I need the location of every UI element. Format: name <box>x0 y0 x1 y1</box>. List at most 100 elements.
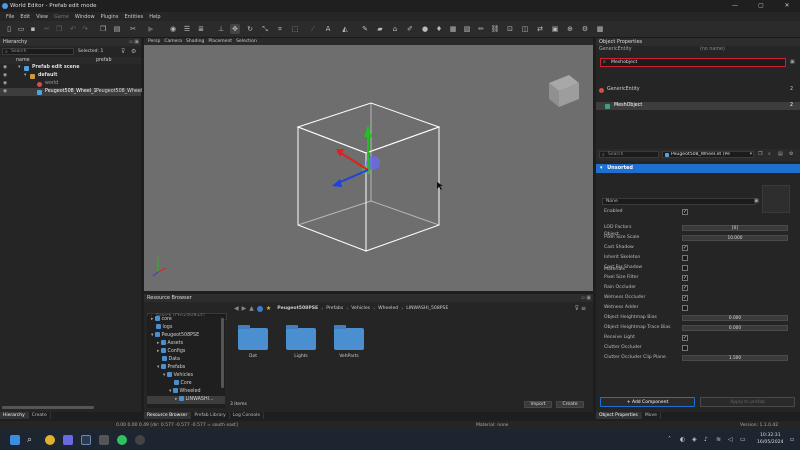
close-button[interactable]: ✕ <box>774 0 800 12</box>
visibility-eye-icon[interactable]: ◉ <box>3 72 7 80</box>
measure-icon[interactable]: ⁄ <box>308 24 318 34</box>
gear-icon[interactable]: ⚙ <box>789 151 793 157</box>
briefcase-icon[interactable]: ▩ <box>595 24 605 34</box>
terrain-icon[interactable]: ▧ <box>462 24 472 34</box>
shapes-icon[interactable]: ◭ <box>340 24 350 34</box>
discord-icon[interactable] <box>63 435 73 445</box>
prefab-selector[interactable]: Peugeot508_Wheel.et (Pe ▾ <box>662 151 754 158</box>
tree-row-prefab-scene[interactable]: ◉ ▾ Prefab edit scene <box>0 64 141 72</box>
property-checkbox[interactable]: ✓ <box>682 245 688 251</box>
view-options-icon[interactable]: ⊽ ≡ <box>575 305 586 312</box>
property-checkbox[interactable]: ✓ <box>682 335 688 341</box>
workbench-icon[interactable] <box>135 435 145 445</box>
swap-icon[interactable]: ⇄ <box>535 24 545 34</box>
viewport-tab-selection[interactable]: Selection <box>236 39 257 44</box>
pen-icon[interactable]: ✎ <box>360 24 370 34</box>
property-checkbox[interactable]: ✓ <box>682 285 688 291</box>
viewport-tab-persp[interactable]: Persp <box>148 39 160 44</box>
scissors-icon[interactable]: ✂ <box>128 24 138 34</box>
visibility-eye-icon[interactable]: ◉ <box>3 80 7 88</box>
property-value-field[interactable]: 10.000 <box>682 235 788 241</box>
rotate-gizmo-icon[interactable]: ↻ <box>245 24 255 34</box>
folder-tree-item[interactable]: ▾ Wheeled <box>147 388 225 396</box>
world-icon[interactable]: ⊕ <box>565 24 575 34</box>
resource-picker-icon[interactable]: ▣ <box>754 198 759 204</box>
folder-tree-item[interactable]: ▸ Configs <box>147 348 225 356</box>
apply-to-prefab-button[interactable]: Apply to prefab <box>700 397 795 407</box>
menu-edit[interactable]: Edit <box>20 14 30 20</box>
tab-object-properties[interactable]: Object Properties <box>596 412 642 419</box>
start-icon[interactable] <box>10 435 20 445</box>
text-tool-icon[interactable]: A <box>323 24 333 34</box>
clock-time[interactable]: 10:32:31 <box>760 433 781 438</box>
undo-icon[interactable]: ↶ <box>68 24 78 34</box>
folder-tree-item[interactable]: ▾ Peugeot508PSE <box>147 332 225 340</box>
folder-tree-item[interactable]: Core <box>147 380 225 388</box>
up-icon[interactable]: ▲ <box>249 305 254 312</box>
folder-tree-item-selected[interactable]: ▸ LINWASHI... <box>147 396 225 404</box>
scale-gizmo-icon[interactable]: ⤡ <box>260 24 270 34</box>
favorite-star-icon[interactable]: ★ <box>266 305 271 312</box>
new-file-icon[interactable]: ▯ <box>4 24 14 34</box>
layers-icon[interactable]: ☰ <box>182 24 192 34</box>
play-icon[interactable]: ▶ <box>146 24 156 34</box>
component-search-input[interactable]: ⌕ Meshobject <box>600 58 786 67</box>
steam-icon[interactable] <box>81 435 91 445</box>
folder-tree-item[interactable]: ▸ core <box>147 316 225 324</box>
home-icon[interactable] <box>256 305 263 312</box>
maximize-button[interactable]: ▢ <box>748 0 774 12</box>
pencil-icon[interactable]: ✏ <box>476 24 486 34</box>
panel-options-icon[interactable]: ▫ ▣ <box>581 294 591 302</box>
object-resource-field[interactable]: None <box>602 198 756 205</box>
property-value-field[interactable]: [0] <box>682 225 788 231</box>
add-component-button[interactable]: + Add Component <box>600 397 695 407</box>
tab-resource-browser[interactable]: Resource Browser <box>144 412 192 419</box>
search-icon[interactable]: ⌕ <box>27 435 37 445</box>
property-value-field[interactable]: 0.000 <box>682 325 788 331</box>
folder-tree-item[interactable]: ▸ Assets <box>147 340 225 348</box>
property-checkbox[interactable] <box>682 255 688 261</box>
tray-chevron-icon[interactable]: ˄ <box>668 436 671 443</box>
column-prefab[interactable]: prefab <box>96 57 112 64</box>
property-checkbox[interactable]: ✓ <box>682 275 688 281</box>
folder-tree-item[interactable]: logs <box>147 324 225 332</box>
frame-icon[interactable]: ▣ <box>550 24 560 34</box>
forward-icon[interactable]: ▶ <box>242 305 247 312</box>
tray-volume-icon[interactable]: ◁ <box>728 436 733 443</box>
box-select-icon[interactable]: ⊡ <box>505 24 515 34</box>
cube-tool-icon[interactable]: ◫ <box>520 24 530 34</box>
section-header-unsorted[interactable]: ▾ Unsorted <box>596 164 800 173</box>
horizontal-scrollbar[interactable] <box>2 406 94 409</box>
breadcrumb-item[interactable]: Wheeled <box>378 306 398 311</box>
back-icon[interactable]: ◀ <box>234 305 239 312</box>
menu-file[interactable]: File <box>6 14 14 20</box>
viewport-tab-shading[interactable]: Shading <box>186 39 204 44</box>
stack-icon[interactable]: ≣ <box>196 24 206 34</box>
select-rect-icon[interactable]: ⬚ <box>290 24 300 34</box>
viewport-scene[interactable] <box>144 45 593 291</box>
chrome-icon[interactable] <box>45 435 55 445</box>
tray-app-icon[interactable]: ◐ <box>680 436 685 443</box>
menu-plugins[interactable]: Plugins <box>101 14 119 20</box>
create-button[interactable]: Create <box>556 401 584 408</box>
menu-window[interactable]: Window <box>75 14 95 20</box>
tray-bluetooth-icon[interactable]: ◈ <box>692 436 697 443</box>
visibility-eye-icon[interactable]: ◉ <box>3 88 7 96</box>
link-icon[interactable]: ⛓ <box>490 24 500 34</box>
search-options-icon[interactable]: ▣ <box>790 59 795 65</box>
property-value-field[interactable]: 0.000 <box>682 315 788 321</box>
tree-row-wheel[interactable]: ◉ Peugeot508_Wheel_1 Peugeot508_Wheel <box>0 88 142 96</box>
folder-tree-item[interactable]: ▾ Vehicles <box>147 372 225 380</box>
property-checkbox[interactable]: ✓ <box>682 295 688 301</box>
property-checkbox[interactable] <box>682 265 688 271</box>
menu-view[interactable]: View <box>36 14 48 20</box>
folder-dot[interactable]: Dot <box>238 325 268 359</box>
folder-tree-item[interactable]: ▾ Prefabs <box>147 364 225 372</box>
grid-icon[interactable]: ▦ <box>448 24 458 34</box>
tray-battery-icon[interactable]: ▭ <box>740 436 746 443</box>
import-button[interactable]: Import <box>524 401 552 408</box>
transform-icon[interactable]: ⌗ <box>275 24 285 34</box>
sphere-icon[interactable]: ● <box>420 24 430 34</box>
tab-prefab-library[interactable]: Prefab Library <box>191 412 230 419</box>
tray-mic-icon[interactable]: ♪ <box>704 436 708 443</box>
